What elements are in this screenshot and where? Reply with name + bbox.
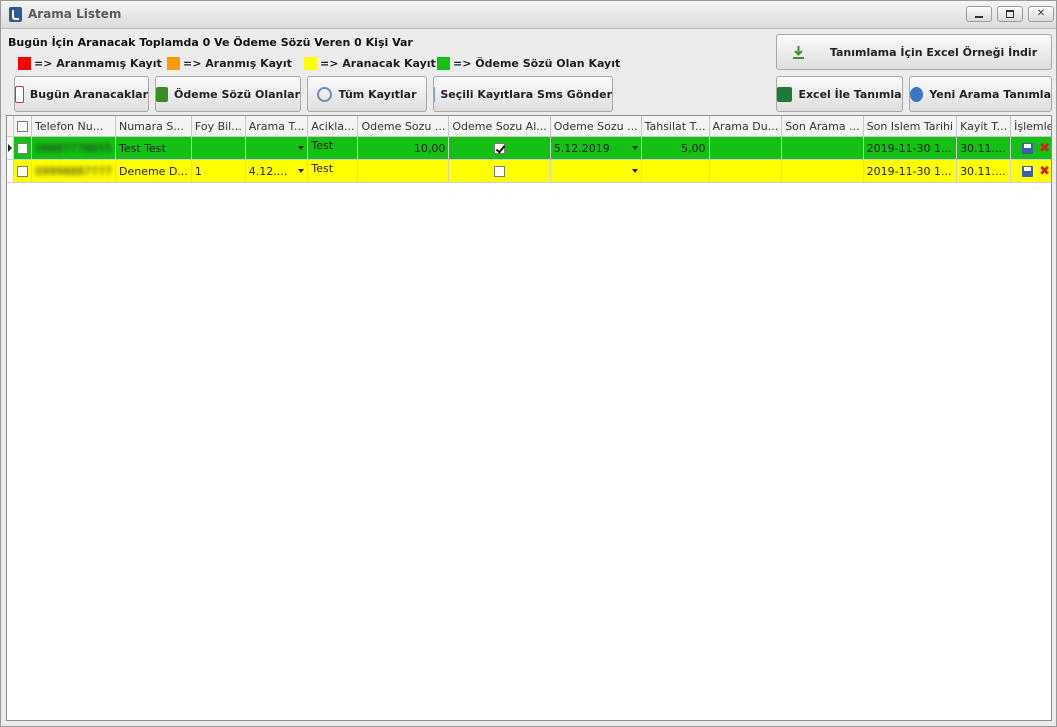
minimize-button[interactable]	[966, 6, 992, 22]
legend-label: => Ödeme Sözü Olan Kayıt	[453, 57, 621, 70]
record-date-cell[interactable]: 30.11....	[956, 159, 1012, 183]
column-header-call-status[interactable]: Arama Du...	[709, 116, 783, 137]
call-status-cell[interactable]	[709, 159, 783, 183]
name-cell[interactable]: Deneme D...	[115, 159, 192, 183]
phone-cell[interactable]: 09998887777	[31, 159, 116, 183]
excel-define-button[interactable]: Excel İle Tanımla	[776, 76, 903, 112]
collection-cell[interactable]	[641, 159, 710, 183]
column-header-payment-received[interactable]: Odeme Sozu Al...	[448, 116, 551, 137]
app-phone-icon	[9, 7, 22, 22]
select-all-checkbox-header[interactable]	[13, 116, 32, 137]
excel-icon	[777, 86, 793, 102]
row-select-checkbox[interactable]	[17, 166, 28, 177]
all-records-button[interactable]: Tüm Kayıtlar	[307, 76, 427, 112]
legend-red-swatch	[18, 57, 31, 70]
legend-yellow-swatch	[304, 57, 317, 70]
record-date-cell[interactable]: 30.11....	[956, 136, 1012, 160]
column-header-phone[interactable]: Telefon Nu...	[31, 116, 116, 137]
column-header-foy[interactable]: Foy Bil...	[191, 116, 246, 137]
call-list-grid[interactable]: Telefon Nu... Numara S... Foy Bil... Ara…	[6, 115, 1052, 721]
legend-green-swatch	[437, 57, 450, 70]
column-header-payment-date[interactable]: Odeme Sozu ...	[550, 116, 642, 137]
column-header-collection[interactable]: Tahsilat T...	[641, 116, 710, 137]
dropdown-arrow-icon[interactable]	[298, 169, 305, 173]
summary-text: Bugün İçin Aranacak Toplamda 0 Ve Ödeme …	[8, 36, 413, 49]
payment-received-checkbox[interactable]	[494, 166, 506, 177]
payment-promise-cell[interactable]	[357, 159, 450, 183]
main-window: Arama Listem ✕ Bugün İçin Aranacak Topla…	[0, 0, 1057, 727]
add-circle-icon	[910, 86, 924, 102]
select-all-checkbox[interactable]	[17, 121, 28, 132]
dropdown-arrow-icon[interactable]	[298, 146, 305, 150]
payment-promised-button[interactable]: Ödeme Sözü Olanlar	[155, 76, 301, 112]
legend-not-called: => Aranmamış Kayıt	[18, 57, 162, 70]
send-sms-button[interactable]: Seçili Kayıtlara Sms Gönder	[433, 76, 613, 112]
payment-date-cell[interactable]	[550, 159, 642, 183]
dropdown-arrow-icon[interactable]	[631, 169, 638, 173]
current-row-arrow-icon	[8, 143, 12, 152]
payment-promise-cell[interactable]: 10,00	[357, 136, 450, 160]
save-icon[interactable]	[1022, 165, 1034, 177]
legend-orange-swatch	[167, 57, 180, 70]
row-select-checkbox[interactable]	[17, 143, 28, 154]
call-status-cell[interactable]	[709, 136, 783, 160]
legend-label: => Aranmamış Kayıt	[34, 57, 162, 70]
payment-date-cell[interactable]: 5.12.2019	[550, 136, 642, 160]
table-row[interactable]: 08887778655 Test Test Test 10,00 5.12.20…	[7, 136, 1051, 160]
title-bar: Arama Listem ✕	[1, 1, 1056, 29]
call-date-cell[interactable]: 4.12....	[245, 159, 309, 183]
name-cell[interactable]: Test Test	[115, 136, 192, 160]
payment-received-cell[interactable]	[448, 159, 551, 183]
legend-payment-promise: => Ödeme Sözü Olan Kayıt	[437, 57, 620, 70]
phone-cell[interactable]: 08887778655	[31, 136, 116, 160]
column-header-last-call[interactable]: Son Arama ...	[781, 116, 864, 137]
calendar-icon	[15, 85, 24, 103]
last-action-date-cell[interactable]: 2019-11-30 1...	[863, 136, 958, 160]
description-cell[interactable]: Test	[307, 136, 359, 160]
column-header-description[interactable]: Acikla...	[307, 116, 359, 137]
legend-label: => Aranacak Kayıt	[320, 57, 436, 70]
payment-received-checkbox[interactable]	[494, 143, 506, 154]
excel-sample-download-button[interactable]: Tanımlama İçin Excel Örneği İndir	[776, 34, 1052, 70]
window-title: Arama Listem	[28, 7, 122, 21]
row-select-cell[interactable]	[13, 159, 32, 183]
close-button[interactable]: ✕	[1028, 6, 1054, 22]
description-cell[interactable]: Test	[307, 159, 359, 183]
foy-cell[interactable]: 1	[191, 159, 246, 183]
maximize-button[interactable]	[997, 6, 1023, 22]
table-row[interactable]: 09998887777 Deneme D... 1 4.12.... Test …	[7, 159, 1051, 183]
actions-cell: ✖	[1010, 159, 1051, 183]
foy-cell[interactable]	[191, 136, 246, 160]
column-header-call-date[interactable]: Arama T...	[245, 116, 309, 137]
column-header-actions[interactable]: İşlemler	[1010, 116, 1051, 137]
refresh-icon	[317, 86, 333, 102]
actions-cell: ✖	[1010, 136, 1051, 160]
last-action-date-cell[interactable]: 2019-11-30 1...	[863, 159, 958, 183]
call-list-table: Telefon Nu... Numara S... Foy Bil... Ara…	[7, 116, 1051, 183]
legend-called: => Aranmış Kayıt	[167, 57, 292, 70]
column-header-last-action-date[interactable]: Son Islem Tarihi	[863, 116, 958, 137]
last-call-cell[interactable]	[781, 136, 864, 160]
download-icon	[791, 45, 806, 60]
column-header-number-owner[interactable]: Numara S...	[115, 116, 192, 137]
column-header-payment-promise[interactable]: Odeme Sozu ...	[357, 116, 450, 137]
legend-to-call: => Aranacak Kayıt	[304, 57, 436, 70]
header-row: Telefon Nu... Numara S... Foy Bil... Ara…	[7, 116, 1051, 137]
save-icon[interactable]	[1022, 142, 1034, 154]
legend-label: => Aranmış Kayıt	[183, 57, 292, 70]
delete-icon[interactable]: ✖	[1039, 142, 1050, 155]
money-icon	[156, 86, 169, 102]
today-calls-button[interactable]: Bugün Aranacaklar	[14, 76, 149, 112]
new-call-button[interactable]: Yeni Arama Tanımla	[909, 76, 1052, 112]
call-date-cell[interactable]	[245, 136, 309, 160]
delete-icon[interactable]: ✖	[1039, 165, 1050, 178]
row-select-cell[interactable]	[13, 136, 32, 160]
last-call-cell[interactable]	[781, 159, 864, 183]
collection-cell[interactable]: 5,00	[641, 136, 710, 160]
dropdown-arrow-icon[interactable]	[631, 146, 638, 150]
column-header-record-date[interactable]: Kayit T...	[956, 116, 1012, 137]
payment-received-cell[interactable]	[448, 136, 551, 160]
